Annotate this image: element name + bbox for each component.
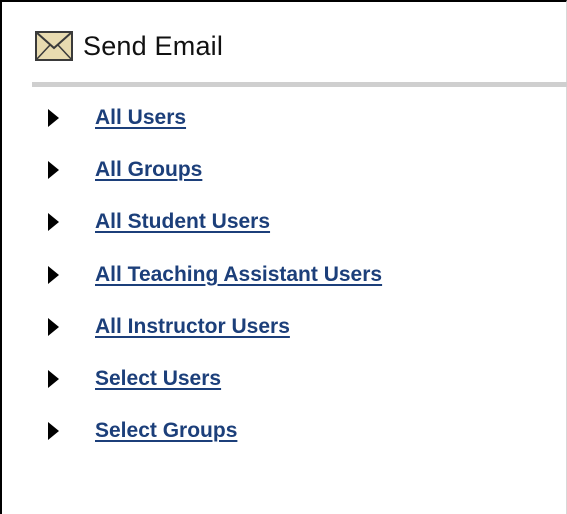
arrow-right-icon: [48, 213, 59, 232]
arrow-right-icon: [48, 161, 59, 180]
all-users-link[interactable]: All Users: [95, 106, 186, 130]
page-header: Send Email: [35, 26, 223, 66]
envelope-icon: [35, 31, 73, 61]
recipient-menu: All Users All Groups All Student Users A…: [48, 106, 382, 471]
all-instructor-users-link[interactable]: All Instructor Users: [95, 315, 290, 339]
all-groups-link[interactable]: All Groups: [95, 158, 202, 182]
menu-item-all-groups: All Groups: [48, 158, 382, 210]
arrow-right-icon: [48, 369, 59, 388]
select-users-link[interactable]: Select Users: [95, 367, 221, 391]
content-panel: Send Email All Users All Groups All Stud…: [0, 0, 567, 514]
menu-item-select-groups: Select Groups: [48, 419, 382, 471]
header-divider: [32, 82, 567, 87]
page-title: Send Email: [83, 30, 224, 61]
menu-item-all-teaching-assistant-users: All Teaching Assistant Users: [48, 263, 382, 315]
menu-item-all-users: All Users: [48, 106, 382, 158]
arrow-right-icon: [48, 109, 59, 127]
arrow-right-icon: [48, 317, 59, 336]
arrow-right-icon: [48, 422, 59, 441]
all-teaching-assistant-users-link[interactable]: All Teaching Assistant Users: [95, 263, 382, 287]
select-groups-link[interactable]: Select Groups: [95, 419, 237, 443]
menu-item-all-student-users: All Student Users: [48, 210, 382, 262]
arrow-right-icon: [48, 265, 59, 284]
menu-item-all-instructor-users: All Instructor Users: [48, 315, 382, 367]
menu-item-select-users: Select Users: [48, 367, 382, 419]
all-student-users-link[interactable]: All Student Users: [95, 210, 270, 234]
